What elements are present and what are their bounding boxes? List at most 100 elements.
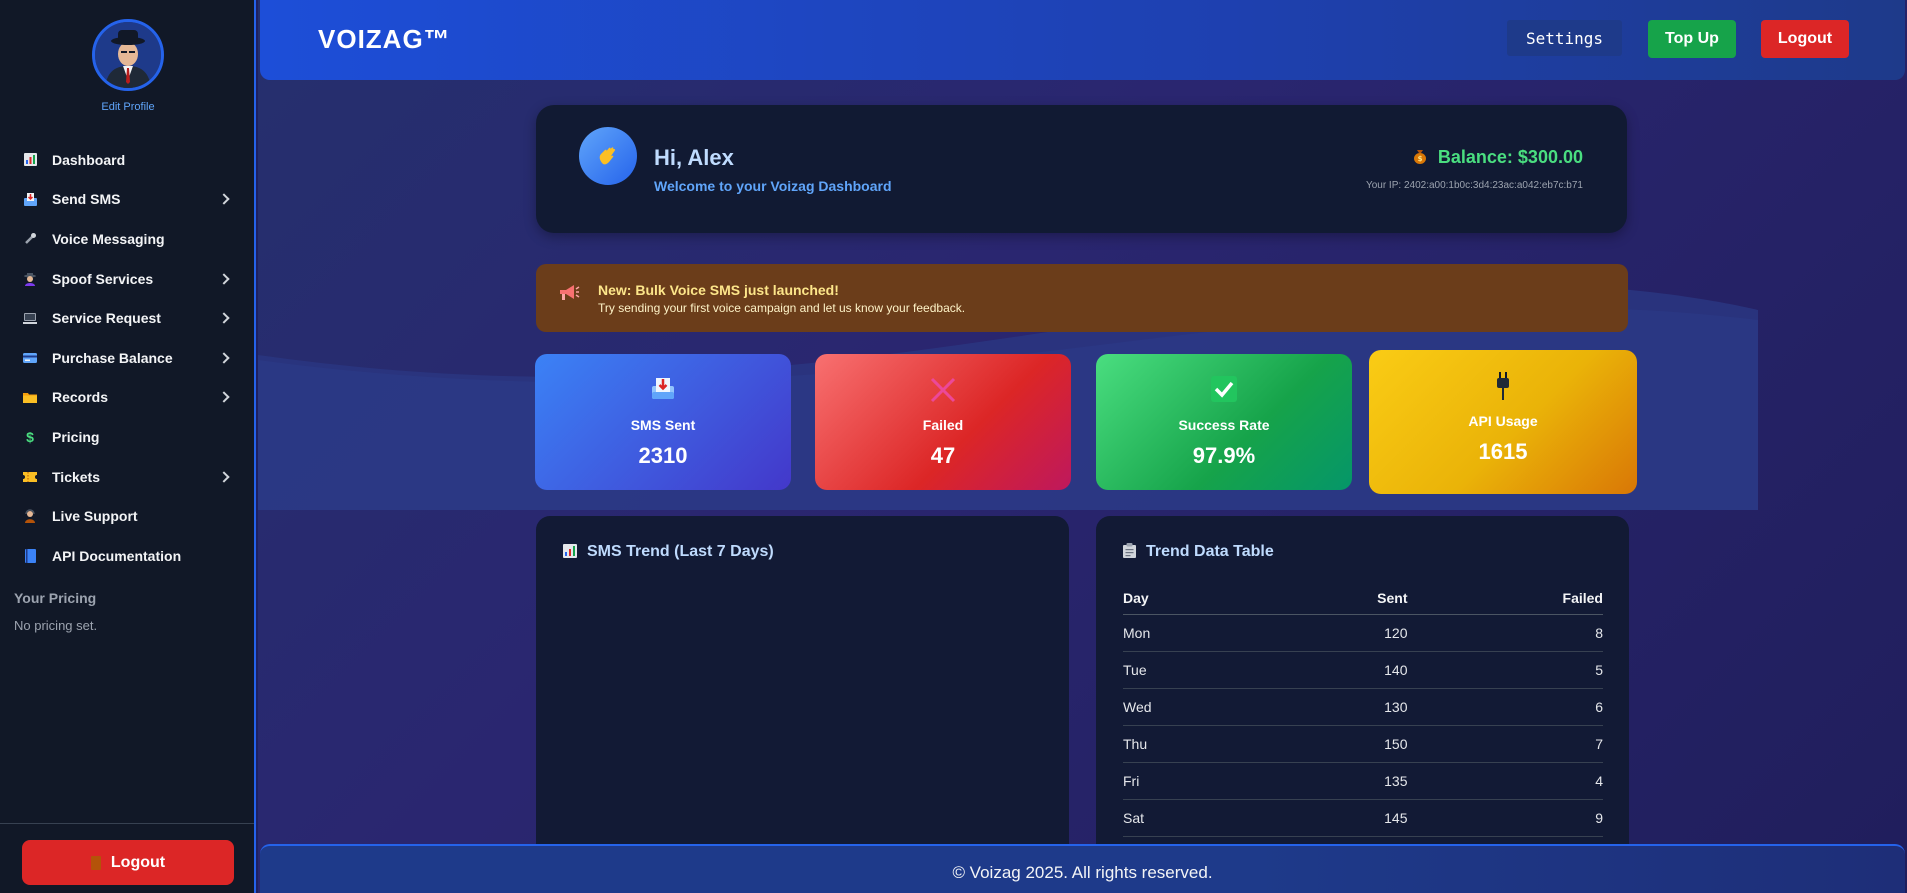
door-icon	[90, 855, 101, 870]
spy-icon	[22, 271, 38, 287]
welcome-subtitle: Welcome to your Voizag Dashboard	[654, 178, 892, 194]
table-row: Mon 120 8	[1123, 614, 1603, 652]
cell-failed: 5	[1407, 651, 1603, 689]
inbox-tray-icon	[535, 376, 791, 400]
settings-button[interactable]: Settings	[1507, 20, 1622, 56]
announcement-title: New: Bulk Voice SMS just launched!	[598, 282, 839, 298]
top-up-button[interactable]: Top Up	[1648, 20, 1736, 58]
edit-profile-link[interactable]: Edit Profile	[0, 101, 256, 113]
announcement-text: Try sending your first voice campaign an…	[598, 301, 966, 315]
inbox-tray-icon	[22, 191, 38, 207]
pricing-note: No pricing set.	[14, 618, 98, 633]
microphone-icon	[22, 231, 38, 247]
check-icon	[1096, 376, 1352, 402]
avatar[interactable]	[92, 19, 164, 91]
sms-trend-panel: SMS Trend (Last 7 Days)	[536, 516, 1069, 893]
stat-label: Success Rate	[1178, 417, 1270, 433]
cell-sent: 120	[1260, 614, 1408, 652]
sidebar-item-send-sms[interactable]: Send SMS	[0, 180, 256, 220]
trend-table-panel: Trend Data Table Day Sent Failed Mon 120…	[1096, 516, 1629, 893]
user-avatar-icon	[95, 22, 161, 88]
sidebar-item-dashboard[interactable]: Dashboard	[0, 140, 256, 180]
chevron-right-icon	[218, 391, 230, 404]
cell-sent: 130	[1260, 688, 1408, 726]
column-header-failed: Failed	[1407, 582, 1603, 615]
plug-icon	[1369, 372, 1637, 400]
sidebar-item-api-documentation[interactable]: API Documentation	[0, 536, 256, 576]
sidebar-item-label: API Documentation	[52, 547, 182, 564]
stat-label: API Usage	[1468, 413, 1538, 429]
sidebar-item-label: Spoof Services	[52, 270, 154, 287]
cell-failed: 4	[1407, 762, 1603, 800]
book-icon	[22, 548, 38, 564]
cross-icon	[815, 376, 1071, 404]
chevron-right-icon	[218, 193, 230, 206]
column-header-sent: Sent	[1260, 582, 1408, 615]
balance-value: Balance: $300.00	[1437, 147, 1583, 167]
balance-display: $ Balance: $300.00	[1412, 147, 1583, 168]
table-row: Thu 150 7	[1123, 725, 1603, 763]
sidebar-item-label: Service Request	[52, 310, 161, 327]
sidebar-item-purchase-balance[interactable]: Purchase Balance	[0, 338, 256, 378]
cell-sent: 145	[1260, 799, 1408, 837]
footer: © Voizag 2025. All rights reserved.	[260, 844, 1905, 893]
announcement-banner: New: Bulk Voice SMS just launched! Try s…	[536, 264, 1628, 332]
sidebar-item-spoof-services[interactable]: Spoof Services	[0, 259, 256, 299]
logout-button[interactable]: Logout	[1761, 20, 1849, 58]
panel-title: Trend Data Table	[1123, 543, 1274, 561]
stat-value: 47	[930, 443, 956, 468]
cell-day: Sat	[1123, 799, 1261, 837]
cell-day: Thu	[1123, 725, 1261, 763]
trend-data-table: Day Sent Failed Mon 120 8 Tue 140 5 Wed	[1123, 582, 1603, 837]
sidebar-item-voice-messaging[interactable]: Voice Messaging	[0, 219, 256, 259]
stat-value: 97.9%	[1192, 443, 1256, 468]
divider	[0, 823, 254, 824]
sidebar: Edit Profile Dashboard Send SMS Voice Me…	[0, 0, 256, 893]
sidebar-item-label: Dashboard	[52, 151, 126, 168]
sidebar-item-label: Purchase Balance	[52, 349, 173, 366]
sidebar-item-label: Voice Messaging	[52, 230, 165, 247]
stat-value: 1615	[1478, 439, 1528, 464]
cell-sent: 140	[1260, 651, 1408, 689]
sidebar-item-label: Records	[52, 389, 109, 406]
chevron-right-icon	[218, 470, 230, 483]
main-content: VOIZAG™ Settings Top Up Logout Hi, Alex …	[258, 0, 1907, 893]
folder-icon	[22, 389, 38, 405]
greeting: Hi, Alex	[654, 145, 734, 170]
support-agent-icon	[22, 508, 38, 524]
credit-card-icon	[22, 350, 38, 366]
clipboard-icon	[1123, 543, 1136, 561]
stat-card-success-rate: Success Rate 97.9%	[1096, 354, 1352, 490]
logout-label: Logout	[110, 853, 166, 871]
stat-card-failed: Failed 47	[815, 354, 1071, 490]
cell-day: Tue	[1123, 651, 1261, 689]
cell-failed: 6	[1407, 688, 1603, 726]
stat-card-api-usage: API Usage 1615	[1369, 350, 1637, 494]
brand-logo[interactable]: VOIZAG™	[318, 24, 451, 55]
megaphone-icon	[558, 284, 580, 307]
cell-failed: 8	[1407, 614, 1603, 652]
sidebar-item-pricing[interactable]: $ Pricing	[0, 417, 256, 457]
table-row: Wed 130 6	[1123, 688, 1603, 726]
sidebar-item-tickets[interactable]: Tickets	[0, 457, 256, 497]
table-row: Sat 145 9	[1123, 799, 1603, 837]
cell-day: Fri	[1123, 762, 1261, 800]
bar-chart-icon	[563, 543, 577, 561]
cell-day: Mon	[1123, 614, 1261, 652]
pricing-heading: Your Pricing	[14, 590, 97, 606]
welcome-card: Hi, Alex Welcome to your Voizag Dashboar…	[536, 105, 1627, 233]
cell-failed: 7	[1407, 725, 1603, 763]
sidebar-item-service-request[interactable]: Service Request	[0, 298, 256, 338]
cell-failed: 9	[1407, 799, 1603, 837]
sidebar-logout-button[interactable]: Logout	[22, 840, 234, 885]
sidebar-item-label: Pricing	[52, 428, 100, 445]
sidebar-item-live-support[interactable]: Live Support	[0, 496, 256, 536]
ip-address: Your IP: 2402:a00:1b0c:3d4:23ac:a042:eb7…	[1365, 180, 1583, 191]
chevron-right-icon	[218, 272, 230, 285]
sidebar-item-records[interactable]: Records	[0, 378, 256, 418]
sidebar-item-label: Live Support	[52, 508, 138, 525]
sidebar-nav: Dashboard Send SMS Voice Messaging Spoof…	[0, 140, 256, 576]
cell-day: Wed	[1123, 688, 1261, 726]
computer-icon	[22, 310, 38, 326]
stat-label: Failed	[922, 417, 964, 433]
